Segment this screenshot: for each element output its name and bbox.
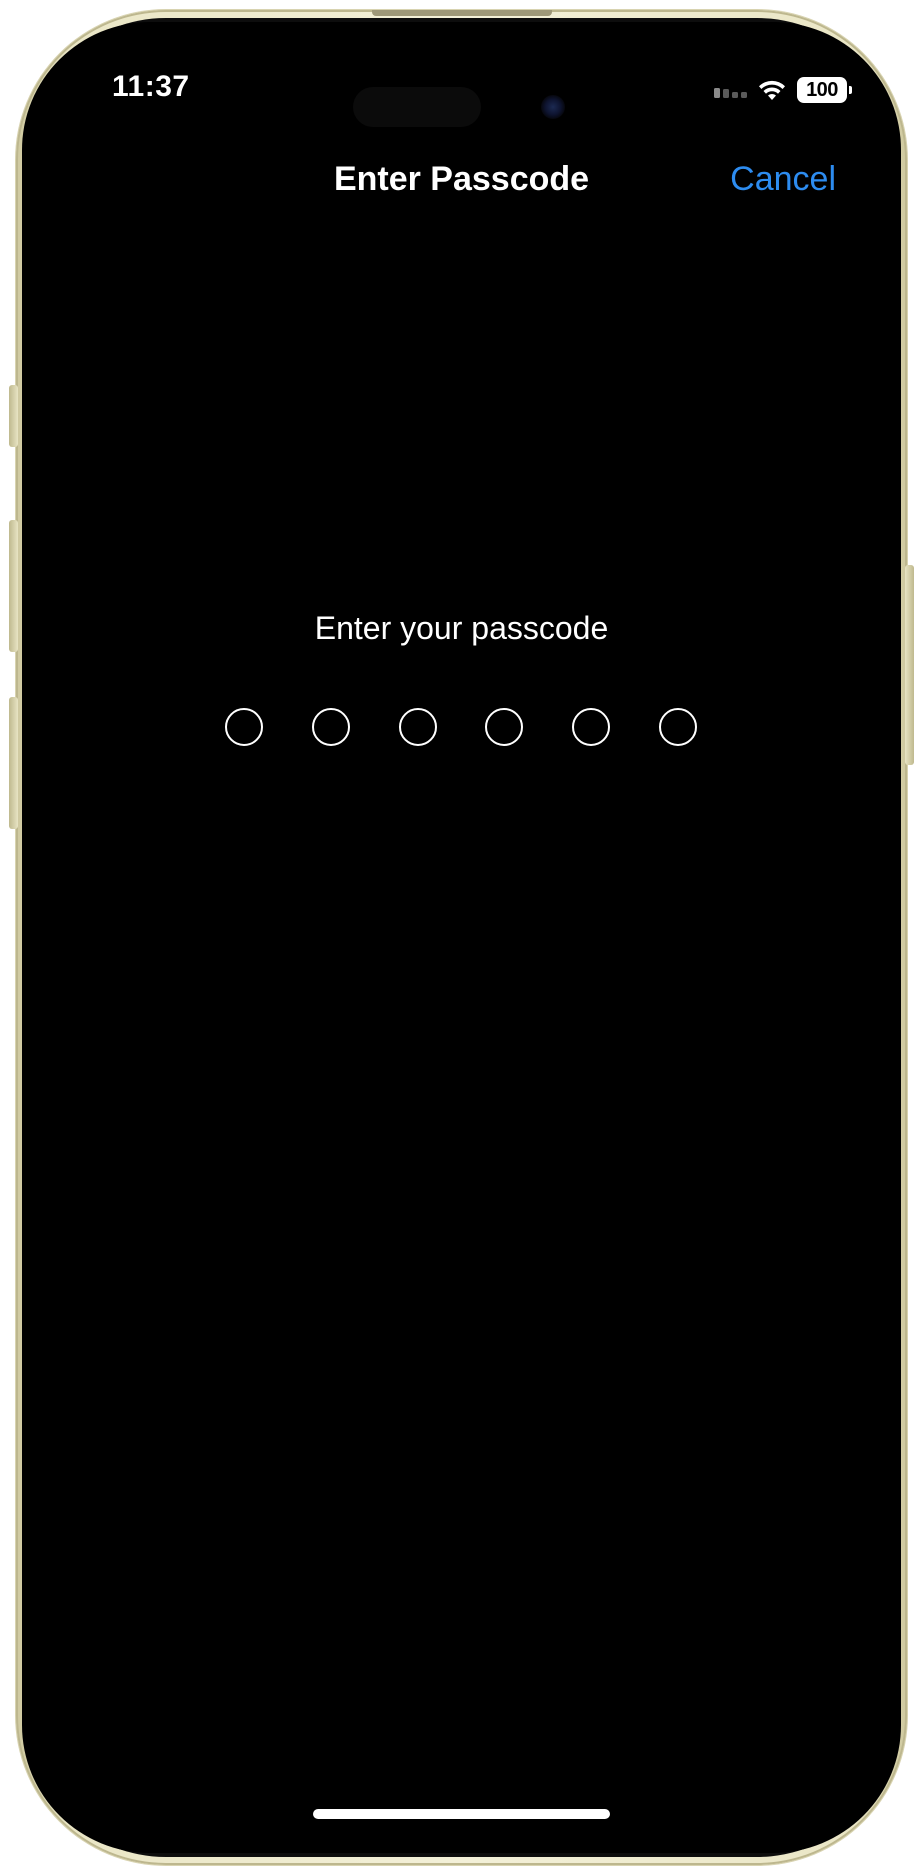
home-indicator[interactable] — [313, 1809, 610, 1819]
front-camera-icon — [541, 95, 565, 119]
cancel-button[interactable]: Cancel — [730, 160, 836, 199]
battery-level: 100 — [806, 79, 838, 101]
dynamic-island-sensor — [353, 87, 481, 127]
status-time: 11:37 — [112, 70, 190, 103]
passcode-dots[interactable] — [225, 708, 697, 746]
passcode-dot — [398, 708, 437, 746]
status-indicators: 100 — [714, 74, 852, 106]
action-button — [9, 385, 18, 447]
passcode-dot — [658, 708, 697, 746]
volume-down-button — [9, 697, 18, 829]
passcode-dot — [225, 708, 263, 746]
wifi-icon — [759, 80, 785, 100]
passcode-prompt: Enter your passcode — [314, 610, 609, 646]
side-power-button — [905, 565, 914, 765]
passcode-dot — [572, 708, 611, 746]
top-frame-accent — [372, 10, 552, 16]
screen — [22, 22, 901, 1853]
passcode-dot — [311, 708, 350, 746]
signal-icon — [714, 82, 747, 98]
battery-icon: 100 — [797, 77, 852, 103]
passcode-dot — [485, 708, 524, 746]
